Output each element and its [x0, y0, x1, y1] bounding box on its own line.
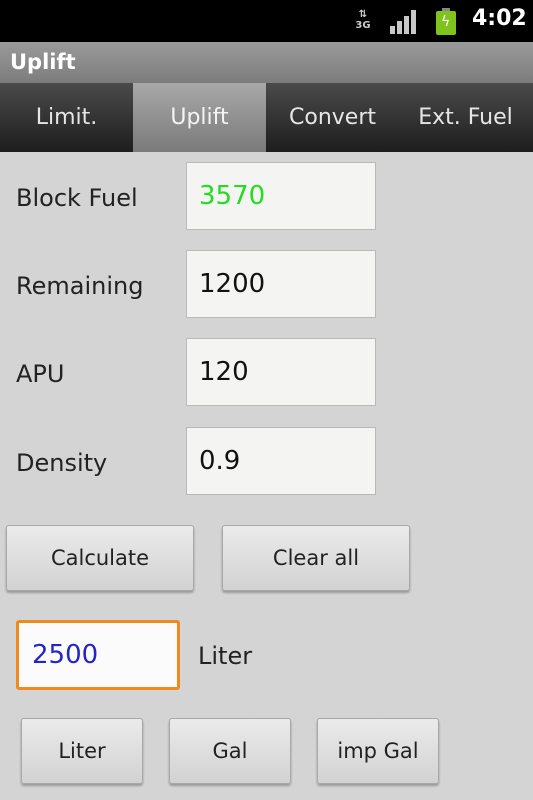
network-type: 3G — [355, 20, 371, 31]
app-title: Uplift — [10, 50, 76, 74]
remaining-label: Remaining — [16, 272, 144, 300]
calculate-button[interactable]: Calculate — [6, 525, 194, 591]
result-input[interactable]: 2500 — [16, 620, 180, 690]
clear-all-button[interactable]: Clear all — [222, 525, 410, 591]
imp-gal-button[interactable]: imp Gal — [317, 718, 439, 784]
tab-convert[interactable]: Convert — [266, 83, 399, 152]
apu-input[interactable]: 120 — [186, 338, 376, 406]
clock: 4:02 — [472, 6, 527, 31]
tab-limit[interactable]: Limit. — [0, 83, 133, 152]
data-3g-icon: ⇅ 3G — [355, 9, 371, 31]
block-fuel-label: Block Fuel — [16, 184, 138, 212]
status-bar: ⇅ 3G ϟ 4:02 — [0, 0, 533, 42]
density-label: Density — [16, 449, 108, 477]
apu-label: APU — [16, 360, 65, 388]
title-bar: Uplift — [0, 42, 533, 83]
block-fuel-input[interactable]: 3570 — [186, 162, 376, 230]
tab-uplift[interactable]: Uplift — [133, 83, 266, 152]
tab-bar: Limit. Uplift Convert Ext. Fuel — [0, 83, 533, 152]
battery-charging-icon: ϟ — [436, 8, 456, 35]
gal-button[interactable]: Gal — [169, 718, 291, 784]
signal-icon — [390, 10, 418, 34]
tab-ext-fuel[interactable]: Ext. Fuel — [399, 83, 532, 152]
result-unit-label: Liter — [198, 642, 253, 670]
density-input[interactable]: 0.9 — [186, 427, 376, 495]
liter-button[interactable]: Liter — [21, 718, 143, 784]
remaining-input[interactable]: 1200 — [186, 250, 376, 318]
